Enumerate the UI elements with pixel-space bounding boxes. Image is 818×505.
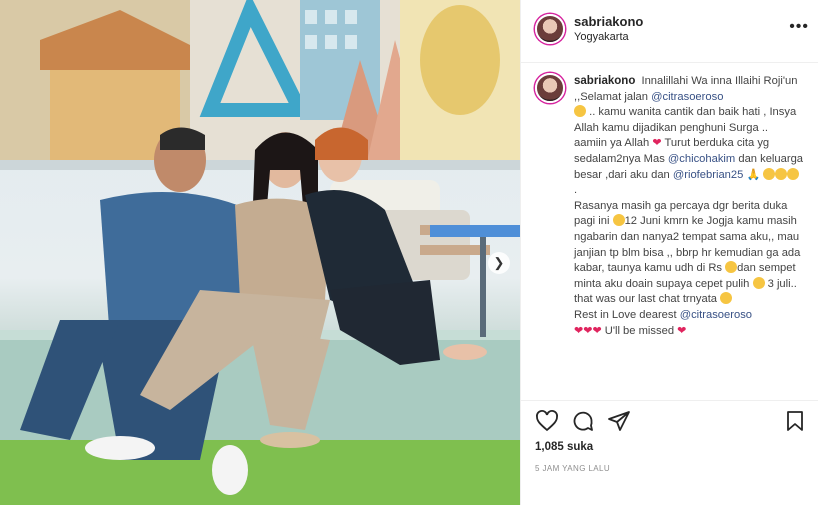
caption-text: sabriakono Innalillahi Wa inna Illaihi R…	[574, 74, 804, 339]
photo-illustration	[0, 0, 520, 505]
header-username[interactable]: sabriakono	[574, 14, 643, 29]
crying-face-icon	[763, 167, 776, 180]
caption-section: sabriakono Innalillahi Wa inna Illaihi R…	[521, 62, 818, 399]
comment-icon[interactable]	[571, 409, 595, 433]
praying-hands-icon: 🙏	[746, 168, 761, 181]
caption-part: Rest in Love dearest	[574, 308, 677, 321]
sad-face-icon	[725, 261, 738, 274]
caption-part: U'll be missed	[601, 324, 678, 337]
post-side-panel: sabriakono Yogyakarta ••• sabriakono Inn…	[520, 0, 818, 505]
crying-face-icon	[574, 105, 586, 118]
location-link[interactable]: Yogyakarta	[574, 31, 629, 43]
mention-link[interactable]: @chicohakim	[668, 153, 735, 165]
instagram-post-view: ❯ sabriakono Yogyakarta ••• sabriakono I…	[0, 0, 818, 505]
post-timestamp[interactable]: 5 JAM YANG LALU	[535, 464, 610, 473]
red-heart-icon: ❤	[652, 137, 662, 150]
crying-face-icon	[775, 167, 788, 180]
post-photo[interactable]: ❯	[0, 0, 520, 505]
share-icon[interactable]	[607, 409, 631, 433]
crying-face-icon	[720, 292, 733, 305]
more-options-icon[interactable]: •••	[789, 18, 809, 36]
red-heart-icon: ❤	[677, 324, 687, 337]
post-header: sabriakono Yogyakarta •••	[521, 0, 818, 63]
heart-icon[interactable]	[535, 409, 559, 433]
action-bar	[521, 400, 818, 441]
red-heart-icon: ❤	[583, 324, 593, 337]
mention-link[interactable]: @citrasoeroso	[651, 91, 723, 103]
mention-link[interactable]: @citrasoeroso	[680, 309, 752, 321]
sad-face-icon	[752, 276, 765, 289]
red-heart-icon: ❤	[592, 324, 602, 337]
next-slide-button[interactable]: ❯	[488, 252, 510, 274]
crying-face-icon	[612, 214, 625, 227]
likes-count[interactable]: 1,085 suka	[535, 441, 593, 453]
crying-face-icon	[787, 167, 800, 180]
caption-username[interactable]: sabriakono	[574, 75, 635, 87]
chevron-right-icon: ❯	[493, 255, 505, 270]
avatar[interactable]	[535, 14, 565, 44]
caption-avatar[interactable]	[535, 73, 565, 103]
mention-link[interactable]: @riofebrian25	[673, 169, 743, 181]
red-heart-icon: ❤	[574, 324, 584, 337]
bookmark-icon[interactable]	[783, 409, 807, 433]
